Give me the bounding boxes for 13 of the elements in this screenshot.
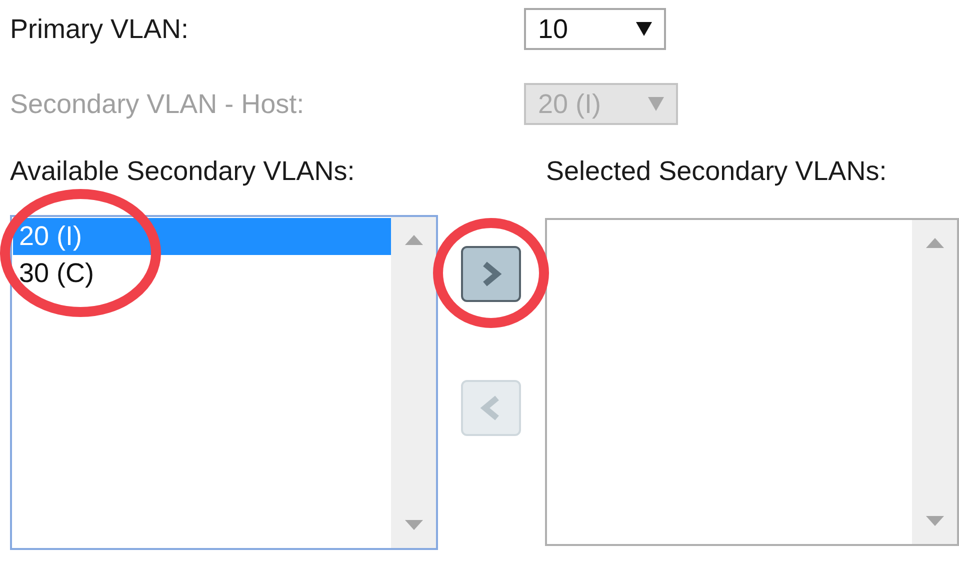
scroll-down-icon: [926, 516, 944, 526]
dropdown-arrow-icon: [636, 22, 652, 36]
scroll-up-icon: [404, 235, 422, 245]
field-label: Primary VLAN:: [10, 12, 190, 46]
field-label: Secondary VLAN - Host:: [10, 88, 306, 121]
scroll-up-icon: [926, 238, 944, 248]
scroll-down-icon: [404, 520, 422, 530]
list-option[interactable]: 30 (C): [13, 255, 391, 292]
list-label: Selected Secondary VLANs:: [546, 154, 887, 188]
move-right-button[interactable]: [461, 246, 522, 302]
dropdown-arrow-icon: [648, 97, 664, 111]
list-label: Available Secondary VLANs:: [10, 154, 356, 188]
dropdown[interactable]: 10: [524, 8, 666, 50]
